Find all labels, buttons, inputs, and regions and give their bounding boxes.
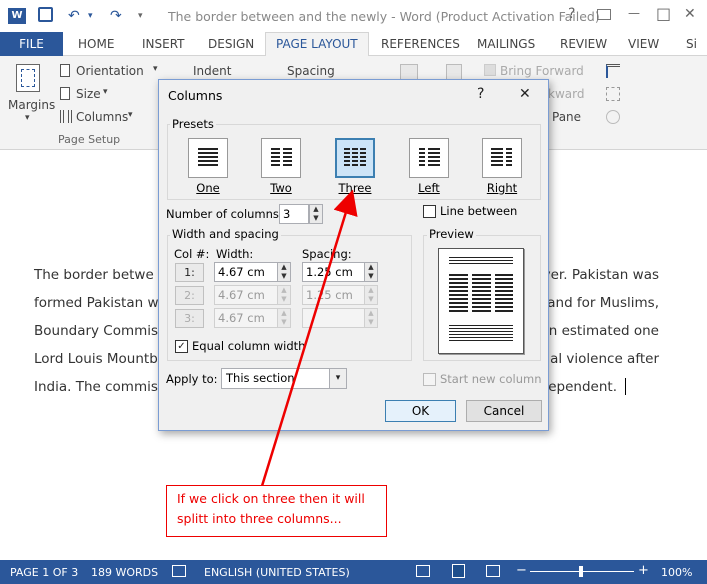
zoom-in-button[interactable]: +: [638, 563, 649, 578]
zoom-out-button[interactable]: −: [516, 563, 527, 578]
proofing-icon[interactable]: [172, 565, 186, 577]
zoom-level[interactable]: 100%: [661, 566, 692, 579]
zoom-slider-thumb[interactable]: [579, 566, 583, 577]
language[interactable]: ENGLISH (UNITED STATES): [204, 566, 350, 579]
read-mode-icon[interactable]: [416, 565, 430, 577]
annotation-callout: If we click on three then it will splitt…: [166, 485, 387, 537]
web-layout-icon[interactable]: [486, 565, 500, 577]
callout-line-2: splitt into three columns...: [177, 511, 342, 526]
page-count[interactable]: PAGE 1 OF 3: [10, 566, 78, 579]
status-bar: PAGE 1 OF 3 189 WORDS ENGLISH (UNITED ST…: [0, 560, 707, 584]
callout-line-1: If we click on three then it will: [177, 491, 365, 506]
print-layout-icon[interactable]: [452, 564, 465, 578]
word-count[interactable]: 189 WORDS: [91, 566, 158, 579]
